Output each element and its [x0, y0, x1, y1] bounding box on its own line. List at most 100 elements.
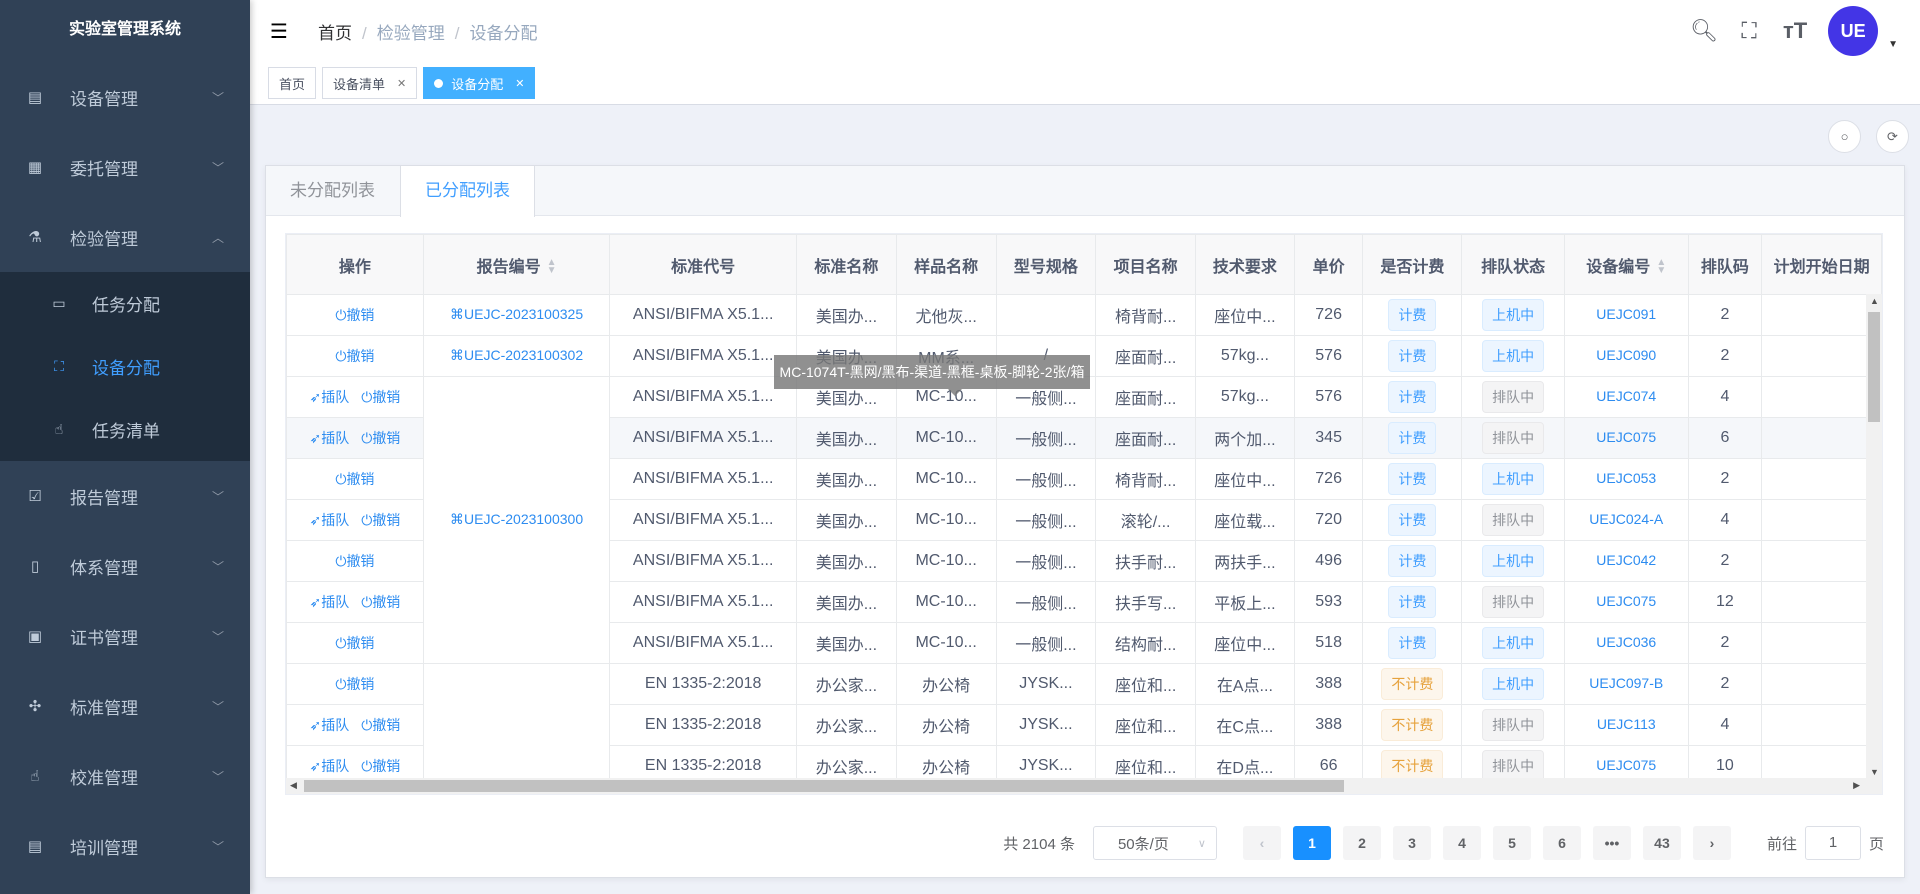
jump-queue-button[interactable]: ➶插队	[310, 389, 350, 405]
jump-queue-button[interactable]: ➶插队	[310, 430, 350, 446]
page-button[interactable]: 3	[1392, 826, 1431, 860]
sidebar-item[interactable]: ⚗ 检验管理 ︿	[0, 202, 250, 272]
active-dot-icon	[434, 78, 444, 88]
cancel-button[interactable]: ⏻撤销	[361, 717, 400, 733]
report-number-cell: ⌘UEJC-2023100300	[422, 376, 611, 664]
rocket-icon: ➶	[309, 758, 322, 774]
submenu-item[interactable]: ⛶ 设备分配	[0, 335, 250, 398]
refresh-button[interactable]: ⟳	[1876, 120, 1909, 153]
jump-queue-button[interactable]: ➶插队	[310, 594, 350, 610]
sidebar-item[interactable]: ▣ 证书管理 ﹀	[0, 601, 250, 671]
sidebar: 实验室管理系统 ▤ 设备管理 ﹀ ▦ 委托管理 ﹀ ⚗ 检验管理 ︿ ▭ 任务分配 ⛶ 设备分配 ☝ 任务清…	[0, 0, 250, 894]
sidebar-item[interactable]: ☑ 报告管理 ﹀	[0, 461, 250, 531]
calendar-icon: ▭	[52, 295, 66, 311]
jump-queue-button[interactable]: ➶插队	[310, 512, 350, 528]
device-number-link[interactable]: UEJC097-B	[1589, 675, 1663, 691]
device-number-link[interactable]: UEJC075	[1596, 757, 1656, 773]
sidebar-item[interactable]: ▯ 体系管理 ﹀	[0, 531, 250, 601]
device-number-link[interactable]: UEJC075	[1596, 593, 1656, 609]
jump-queue-button[interactable]: ➶插队	[310, 758, 350, 774]
sidebar-item[interactable]: ✣ 标准管理 ﹀	[0, 671, 250, 741]
device-number-link[interactable]: UEJC036	[1596, 634, 1656, 650]
page-button[interactable]: 1	[1292, 826, 1331, 860]
report-number-link[interactable]: ⌘UEJC-2023100302	[450, 347, 583, 363]
operation-cell: ⏻撤销	[286, 458, 424, 500]
tag-device-list[interactable]: 设备清单 ✕	[322, 67, 418, 99]
device-number-link[interactable]: UEJC042	[1596, 552, 1656, 568]
cancel-button[interactable]: ⏻撤销	[361, 594, 400, 610]
page-button[interactable]: 2	[1342, 826, 1381, 860]
table-row[interactable]: ⏻撤销 ⌘UEJC-2023100325 ANSI/BIFMA X5.1... 美国办…	[286, 294, 1882, 336]
submenu: ▭ 任务分配 ⛶ 设备分配 ☝ 任务清单	[0, 272, 250, 461]
page-size-select[interactable]: 50条/页 ∨	[1092, 826, 1217, 860]
column-header[interactable]: 设备编号 ▲ ▼	[1563, 234, 1689, 295]
cancel-button[interactable]: ⏻撤销	[335, 635, 374, 651]
jump-queue-button[interactable]: ➶插队	[310, 717, 350, 733]
sidebar-item[interactable]: ☝ 校准管理 ﹀	[0, 741, 250, 811]
sort-icon[interactable]: ▲ ▼	[1656, 258, 1666, 276]
search-toggle-button[interactable]: ○	[1828, 120, 1861, 153]
sidebar-item[interactable]: ▦ 委托管理 ﹀	[0, 132, 250, 202]
next-page-button[interactable]: ›	[1692, 826, 1731, 860]
page-button[interactable]: 6	[1542, 826, 1581, 860]
cancel-button[interactable]: ⏻撤销	[335, 471, 374, 487]
report-number-link[interactable]: ⌘UEJC-2023100300	[450, 511, 583, 527]
page-button[interactable]: 5	[1492, 826, 1531, 860]
avatar[interactable]: UE	[1828, 6, 1879, 56]
report-number: UEJC-2023100300	[464, 511, 584, 527]
device-number-link[interactable]: UEJC074	[1596, 388, 1656, 404]
power-icon: ⏻	[361, 512, 373, 528]
table-row[interactable]: ⏻撤销 EN 1335-2:2018 办公家... 办公椅 JYSK... 座位和... 在…	[286, 663, 1882, 787]
queue-status-badge: 排队中	[1482, 586, 1545, 618]
page-button[interactable]: 4	[1442, 826, 1481, 860]
close-icon[interactable]: ✕	[397, 77, 406, 90]
tab-unassigned[interactable]: 未分配列表	[266, 166, 400, 215]
report-number-link[interactable]: ⌘UEJC-2023100325	[450, 306, 583, 322]
font-size-icon[interactable]: тT	[1782, 18, 1808, 44]
cell-sample: MC-10...	[895, 458, 997, 500]
billing-cell: 计费	[1362, 581, 1463, 623]
device-number-link[interactable]: UEJC075	[1596, 429, 1656, 445]
sidebar-item[interactable]: ▤ 设备管理 ﹀	[0, 62, 250, 132]
cancel-button[interactable]: ⏻撤销	[335, 348, 374, 364]
vertical-scrollbar[interactable]: ▲ ▼	[1866, 294, 1882, 779]
goto-page-input[interactable]: 1	[1804, 826, 1861, 860]
fullscreen-icon[interactable]: ⛶	[1736, 18, 1762, 44]
cancel-button[interactable]: ⏻撤销	[361, 389, 400, 405]
queue-status-badge: 上机中	[1482, 627, 1545, 659]
device-number-link[interactable]: UEJC091	[1596, 306, 1656, 322]
horizontal-scrollbar[interactable]: ◀ ▶	[286, 778, 1882, 794]
column-header[interactable]: 报告编号 ▲ ▼	[422, 234, 611, 295]
cancel-button[interactable]: ⏻撤销	[361, 758, 400, 774]
sort-icon[interactable]: ▲ ▼	[547, 258, 557, 276]
prev-page-button[interactable]: ‹	[1242, 826, 1281, 860]
cancel-button[interactable]: ⏻撤销	[335, 676, 374, 692]
cancel-button[interactable]: ⏻撤销	[335, 307, 374, 323]
tag-device-allocation[interactable]: 设备分配 ✕	[423, 67, 536, 99]
cell-std: ANSI/BIFMA X5.1...	[609, 376, 797, 418]
tab-assigned[interactable]: 已分配列表	[400, 166, 535, 217]
page-button[interactable]: •••	[1592, 826, 1631, 860]
device-cell: UEJC074	[1563, 376, 1689, 418]
billing-cell: 计费	[1362, 335, 1463, 377]
cell-req: 57kg...	[1195, 376, 1295, 418]
sidebar-item[interactable]: ▤ 培训管理 ﹀	[0, 811, 250, 881]
caret-down-icon[interactable]: ▼	[1888, 39, 1898, 50]
cancel-button[interactable]: ⏻撤销	[335, 553, 374, 569]
search-icon[interactable]: 🔍︎	[1690, 18, 1718, 44]
breadcrumb-home[interactable]: 首页	[318, 24, 352, 43]
device-number-link[interactable]: UEJC113	[1597, 716, 1656, 732]
tag-home[interactable]: 首页	[268, 67, 317, 99]
device-number-link[interactable]: UEJC024-A	[1589, 511, 1663, 527]
submenu-item[interactable]: ▭ 任务分配	[0, 272, 250, 335]
cancel-button[interactable]: ⏻撤销	[361, 430, 400, 446]
billing-badge: 计费	[1388, 422, 1437, 454]
menu-toggle-icon[interactable]: ☰	[270, 19, 294, 44]
cell-stdname: 美国办...	[796, 499, 897, 541]
page-button[interactable]: 43	[1642, 826, 1681, 860]
submenu-item[interactable]: ☝ 任务清单	[0, 398, 250, 461]
close-icon[interactable]: ✕	[515, 77, 524, 90]
cancel-button[interactable]: ⏻撤销	[361, 512, 400, 528]
device-number-link[interactable]: UEJC053	[1596, 470, 1656, 486]
device-number-link[interactable]: UEJC090	[1596, 347, 1656, 363]
